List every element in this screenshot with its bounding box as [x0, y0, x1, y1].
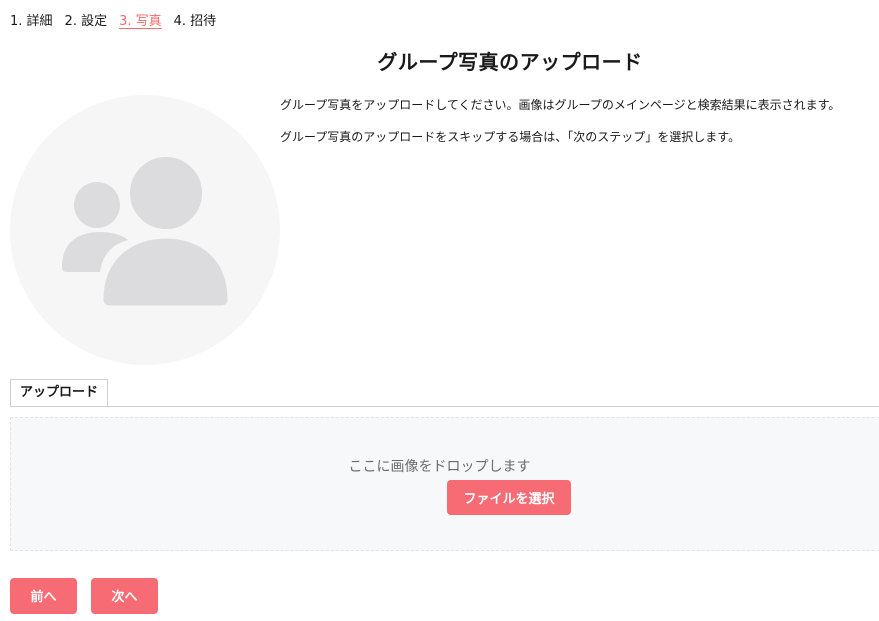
dropzone-text: ここに画像をドロップします	[348, 459, 531, 475]
wizard-steps: 1. 詳細 2. 設定 3. 写真 4. 招待	[10, 10, 216, 29]
group-users-icon	[62, 155, 231, 309]
description-main: グループ写真をアップロードしてください。画像はグループのメインページと検索結果に…	[280, 98, 841, 112]
select-file-button[interactable]: ファイルを選択	[447, 480, 571, 515]
tab-upload[interactable]: アップロード	[10, 379, 109, 407]
page-title: グループ写真のアップロード	[377, 50, 643, 74]
tab-divider	[10, 406, 879, 407]
image-dropzone[interactable]	[10, 417, 879, 551]
group-photo-placeholder	[10, 95, 280, 365]
next-button[interactable]: 次へ	[91, 578, 158, 614]
description-skip: グループ写真のアップロードをスキップする場合は、「次のステップ」を選択します。	[280, 130, 741, 144]
step-settings[interactable]: 2. 設定	[65, 10, 108, 29]
prev-button[interactable]: 前へ	[10, 578, 77, 614]
step-details[interactable]: 1. 詳細	[10, 10, 53, 29]
step-photo[interactable]: 3. 写真	[119, 10, 162, 29]
step-invite[interactable]: 4. 招待	[174, 10, 217, 29]
